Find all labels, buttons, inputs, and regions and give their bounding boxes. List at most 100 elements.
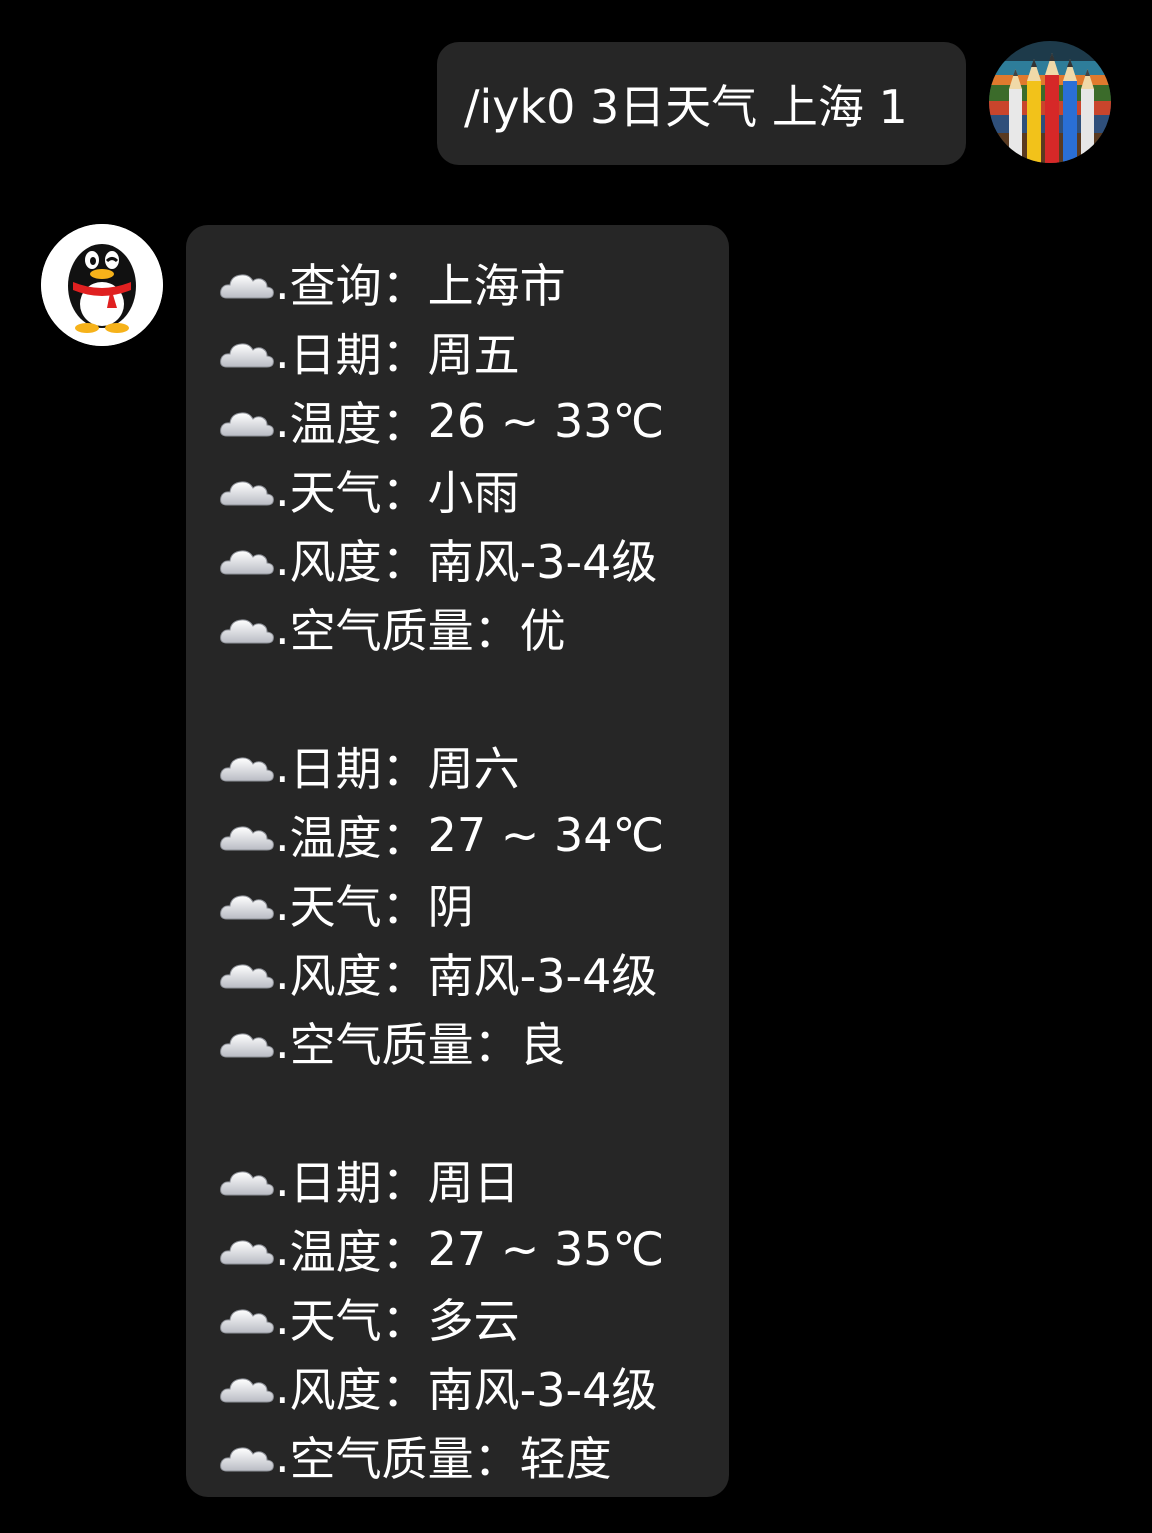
label-colon: ： [381,1224,428,1279]
label-colon: ： [381,1155,428,1210]
line-dot: . [275,807,290,862]
label-colon: ： [473,603,520,658]
cloud-icon [219,885,275,925]
cloud-icon [219,471,275,511]
weather-value: 多云 [427,1293,520,1348]
weather-line: . 空气质量：轻度 [219,1421,729,1490]
cloud-icon [219,1023,275,1063]
weather-line: . 日期：周日 [219,1145,729,1214]
weather-label: 日期 [289,327,382,382]
weather-value: 26 ~ 33℃ [427,393,665,448]
label-colon: ： [381,465,428,520]
weather-label: 日期 [289,1155,382,1210]
weather-value: 优 [519,603,566,658]
weather-line: . 风度：南风-3-4级 [219,524,729,593]
label-colon: ： [381,879,428,934]
line-dot: . [275,531,290,586]
weather-value: 27 ~ 34℃ [427,807,665,862]
cloud-icon [219,264,275,304]
weather-label: 温度 [289,810,382,865]
line-dot: . [275,1014,290,1069]
label-colon: ： [381,1362,428,1417]
weather-value: 周六 [427,741,520,796]
line-dot: . [275,1221,290,1276]
weather-label: 温度 [289,1224,382,1279]
weather-line: . 温度： 27 ~ 35℃ [219,1214,729,1283]
cloud-icon [219,609,275,649]
weather-label: 查询 [289,258,382,313]
weather-line: . 空气质量：良 [219,1007,729,1076]
cloud-icon [219,1368,275,1408]
label-colon: ： [381,327,428,382]
weather-line: . 天气：多云 [219,1283,729,1352]
line-dot: . [275,255,290,310]
cloud-icon [219,816,275,856]
weather-line: . 风度：南风-3-4级 [219,938,729,1007]
cloud-icon [219,333,275,373]
label-colon: ： [381,396,428,451]
weather-label: 风度 [289,1362,382,1417]
line-dot: . [275,876,290,931]
weather-value: 小雨 [427,465,520,520]
label-colon: ： [381,1293,428,1348]
cloud-icon [219,954,275,994]
weather-line: . 风度：南风-3-4级 [219,1352,729,1421]
weather-value: 周日 [427,1155,520,1210]
weather-value: 阴 [427,879,474,934]
weather-value: 周五 [427,327,520,382]
line-dot: . [275,324,290,379]
weather-line: . 温度： 26 ~ 33℃ [219,386,729,455]
weather-line: . 天气：阴 [219,869,729,938]
line-dot: . [275,600,290,655]
label-colon: ： [473,1017,520,1072]
weather-line: . 天气：小雨 [219,455,729,524]
label-colon: ： [381,741,428,796]
weather-label: 天气 [289,1293,382,1348]
line-dot: . [275,1290,290,1345]
weather-label: 日期 [289,741,382,796]
weather-label: 天气 [289,465,382,520]
cloud-icon [219,540,275,580]
weather-value: 轻度 [519,1431,612,1486]
cloud-icon [219,747,275,787]
weather-label: 空气质量 [289,1431,474,1486]
weather-value: 南风-3-4级 [427,534,658,589]
weather-value: 南风-3-4级 [427,948,658,1003]
weather-value: 南风-3-4级 [427,1362,658,1417]
weather-label: 温度 [289,396,382,451]
weather-value: 27 ~ 35℃ [427,1221,665,1276]
pencils-avatar-icon[interactable] [989,41,1111,163]
weather-line: . 日期：周五 [219,317,729,386]
qq-penguin-avatar-icon[interactable] [41,224,163,346]
weather-value: 上海市 [427,258,566,313]
cloud-icon [219,402,275,442]
line-dot: . [275,1359,290,1414]
label-colon: ： [381,258,428,313]
weather-line: . 日期：周六 [219,731,729,800]
line-dot: . [275,1152,290,1207]
weather-line: . 空气质量：优 [219,593,729,662]
weather-value: 良 [519,1017,566,1072]
weather-line: . 温度： 27 ~ 34℃ [219,800,729,869]
incoming-message-bubble[interactable]: .查询：上海市 .日期：周五 .温度：26 ~ 33℃ .天气：小雨 [186,225,729,1497]
weather-label: 风度 [289,948,382,1003]
cloud-icon [219,1230,275,1270]
outgoing-message-bubble[interactable]: /iyk0 3日天气 上海 1 [437,42,966,165]
label-colon: ： [381,534,428,589]
outgoing-message-text: /iyk0 3日天气 上海 1 [464,79,908,134]
cloud-icon [219,1437,275,1477]
weather-label: 空气质量 [289,1017,474,1072]
cloud-icon [219,1161,275,1201]
weather-line: . 查询：上海市 [219,248,729,317]
weather-label: 空气质量 [289,603,474,658]
line-dot: . [275,1428,290,1483]
line-dot: . [275,945,290,1000]
line-dot: . [275,462,290,517]
weather-label: 风度 [289,534,382,589]
weather-lines: .查询：上海市 .日期：周五 .温度：26 ~ 33℃ .天气：小雨 [219,248,729,1490]
label-colon: ： [381,948,428,1003]
line-dot: . [275,738,290,793]
label-colon: ： [473,1431,520,1486]
